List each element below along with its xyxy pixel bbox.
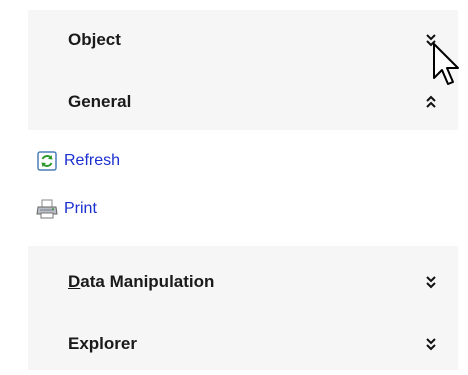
section-header-explorer[interactable]: Explorer [28,318,458,370]
section-title-data-manipulation: Data Manipulation [68,272,214,292]
accelerator-key: D [68,272,81,291]
print-link[interactable]: Print [36,198,97,220]
section-title-object: Object [68,30,121,49]
section-header-object[interactable]: Object [28,14,458,66]
chevron-double-down-icon [426,276,436,289]
refresh-icon [37,151,57,171]
chevron-double-up-icon [426,95,436,108]
mouse-pointer-icon [433,43,459,85]
section-title-rest: ata Manipulation [80,272,215,291]
print-label: Print [64,200,97,217]
section-content-general: Refresh Print [28,130,458,246]
section-title-explorer: Explorer [68,334,137,353]
section-header-data-manipulation[interactable]: Data Manipulation [28,256,458,308]
refresh-label: Refresh [64,152,121,169]
printer-icon [36,199,58,219]
refresh-link[interactable]: Refresh [36,150,120,172]
chevron-double-down-icon [426,338,436,351]
section-header-general[interactable]: General [28,76,458,128]
section-title-general: General [68,92,132,111]
